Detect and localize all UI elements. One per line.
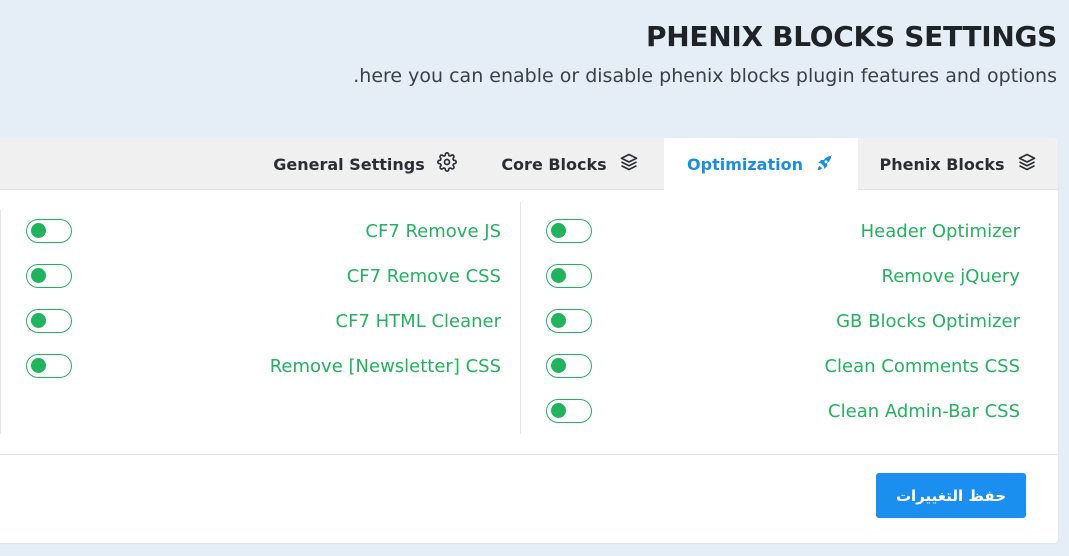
option-label: GB Blocks Optimizer — [836, 310, 1020, 332]
option-gb-blocks-optimizer: GB Blocks Optimizer — [546, 306, 1020, 336]
option-cf7-remove-css: CF7 Remove CSS — [26, 261, 501, 291]
remove-jquery-toggle[interactable] — [546, 264, 592, 288]
option-clean-admin-bar-css: Clean Admin-Bar CSS — [546, 396, 1020, 426]
option-label: Remove jQuery — [881, 265, 1020, 287]
tab-phenix-blocks-label: Phenix Blocks — [879, 154, 1005, 174]
toggle-knob — [551, 223, 566, 238]
cf7-html-cleaner-toggle[interactable] — [26, 309, 72, 333]
option-label: CF7 Remove JS — [365, 220, 501, 242]
rocket-icon — [815, 153, 835, 177]
toggle-knob — [551, 403, 566, 418]
clean-admin-bar-css-toggle[interactable] — [546, 399, 592, 423]
layers-icon — [619, 152, 639, 176]
option-label: Clean Comments CSS — [824, 355, 1020, 377]
toggle-knob — [551, 268, 566, 283]
toggle-knob — [551, 313, 566, 328]
footer-divider — [0, 454, 1058, 455]
tab-optimization[interactable]: Optimization — [664, 138, 858, 191]
option-cf7-remove-js: CF7 Remove JS — [26, 216, 501, 246]
gear-icon — [436, 152, 457, 176]
toggle-knob — [551, 358, 566, 373]
option-label: CF7 HTML Cleaner — [335, 310, 501, 332]
remove-newsletter-css-toggle[interactable] — [26, 354, 72, 378]
clean-comments-css-toggle[interactable] — [546, 354, 592, 378]
tab-core-blocks[interactable]: Core Blocks — [490, 138, 650, 190]
option-header-optimizer: Header Optimizer — [546, 216, 1020, 246]
column-divider — [520, 202, 521, 434]
option-clean-comments-css: Clean Comments CSS — [546, 351, 1020, 381]
tab-core-blocks-label: Core Blocks — [501, 154, 607, 174]
tab-optimization-label: Optimization — [687, 155, 803, 174]
option-label: Header Optimizer — [860, 220, 1020, 242]
settings-panel: General Settings Core Blocks Optimizatio… — [0, 138, 1058, 543]
page-subtitle: .here you can enable or disable phenix b… — [353, 65, 1057, 87]
tab-general-settings-label: General Settings — [273, 154, 425, 174]
cf7-remove-js-toggle[interactable] — [26, 219, 72, 243]
layers-icon — [1017, 152, 1037, 176]
option-label: Clean Admin-Bar CSS — [828, 400, 1020, 422]
save-changes-button[interactable]: حفظ التغييرات — [876, 473, 1026, 518]
page-title: PHENIX BLOCKS SETTINGS — [646, 20, 1057, 53]
option-remove-jquery: Remove jQuery — [546, 261, 1020, 291]
tab-general-settings[interactable]: General Settings — [270, 138, 460, 190]
option-label: Remove [Newsletter] CSS — [269, 355, 501, 377]
page-header: PHENIX BLOCKS SETTINGS .here you can ena… — [353, 20, 1057, 87]
tab-bar: General Settings Core Blocks Optimizatio… — [0, 138, 1058, 191]
toggle-knob — [31, 223, 46, 238]
option-label: CF7 Remove CSS — [346, 265, 501, 287]
toggle-knob — [31, 313, 46, 328]
column-divider-left — [0, 210, 1, 434]
toggle-knob — [31, 268, 46, 283]
gb-blocks-optimizer-toggle[interactable] — [546, 309, 592, 333]
toggle-knob — [31, 358, 46, 373]
header-optimizer-toggle[interactable] — [546, 219, 592, 243]
cf7-remove-css-toggle[interactable] — [26, 264, 72, 288]
option-remove-newsletter-css: Remove [Newsletter] CSS — [26, 351, 501, 381]
tab-phenix-blocks[interactable]: Phenix Blocks — [868, 138, 1048, 190]
option-cf7-html-cleaner: CF7 HTML Cleaner — [26, 306, 501, 336]
